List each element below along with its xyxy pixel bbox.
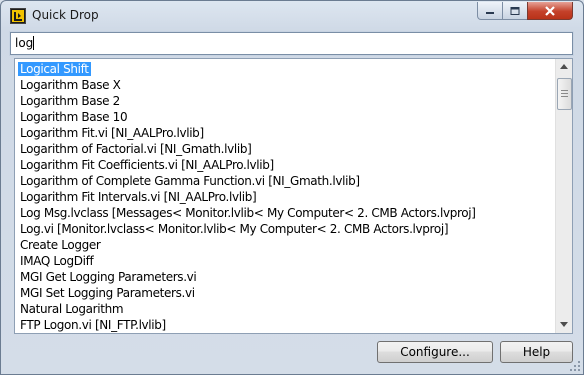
list-item-label: Create Logger xyxy=(20,238,101,252)
list-item-label: Log.vi [Monitor.lvclass< Monitor.lvlib< … xyxy=(20,222,449,236)
list-item[interactable]: Logical Shift xyxy=(16,61,556,77)
configure-button[interactable]: Configure... xyxy=(377,341,493,363)
list-item-label: Logarithm Base 2 xyxy=(20,94,120,108)
list-item-label: Logarithm Fit Coefficients.vi [NI_AALPro… xyxy=(20,158,274,172)
list-item[interactable]: IMAQ LogDiff xyxy=(16,253,556,269)
list-item-label: Logarithm Fit.vi [NI_AALPro.lvlib] xyxy=(20,126,204,140)
list-item[interactable]: FTP Logon.vi [NI_FTP.lvlib] xyxy=(16,317,556,333)
list-item-label: MGI Get Logging Parameters.vi xyxy=(20,270,197,284)
list-item-label: Logarithm Base 10 xyxy=(20,110,128,124)
window-title: Quick Drop xyxy=(32,8,99,22)
list-item-label: Logarithm Base X xyxy=(20,78,121,92)
list-item[interactable]: MGI Get Logging Parameters.vi xyxy=(16,269,556,285)
close-button[interactable] xyxy=(527,2,573,20)
vertical-scrollbar[interactable] xyxy=(555,59,572,333)
title-bar[interactable]: Quick Drop xyxy=(1,1,583,31)
list-item[interactable]: Natural Logarithm xyxy=(16,301,556,317)
maximize-icon xyxy=(510,6,520,15)
list-item-label: MGI Set Logging Parameters.vi xyxy=(20,286,195,300)
list-item-label: IMAQ LogDiff xyxy=(20,254,94,268)
list-item[interactable]: Logarithm Base 10 xyxy=(16,109,556,125)
scroll-down-button[interactable] xyxy=(556,317,572,333)
maximize-button[interactable] xyxy=(502,2,528,20)
arrow-up-icon xyxy=(560,64,568,69)
list-item[interactable]: Logarithm of Factorial.vi [NI_Gmath.lvli… xyxy=(16,141,556,157)
list-item-label: FTP Logon.vi [NI_FTP.lvlib] xyxy=(20,318,166,332)
list-item[interactable]: Logarithm of Complete Gamma Function.vi … xyxy=(16,173,556,189)
scroll-up-button[interactable] xyxy=(556,59,572,75)
list-item-label: Logical Shift xyxy=(18,62,91,76)
labview-app-icon xyxy=(10,8,26,24)
list-item-label: Natural Logarithm xyxy=(20,302,124,316)
help-button[interactable]: Help xyxy=(500,341,573,363)
list-item[interactable]: Logarithm Fit Coefficients.vi [NI_AALPro… xyxy=(16,157,556,173)
list-item[interactable]: Log Msg.lvclass [Messages< Monitor.lvlib… xyxy=(16,205,556,221)
text-caret xyxy=(33,36,35,50)
list-item[interactable]: Log.vi [Monitor.lvclass< Monitor.lvlib< … xyxy=(16,221,556,237)
list-item-label: Logarithm Fit Intervals.vi [NI_AALPro.lv… xyxy=(20,190,257,204)
search-input[interactable]: log xyxy=(9,31,574,56)
arrow-down-icon xyxy=(560,322,568,327)
list-item[interactable]: Logarithm Base X xyxy=(16,77,556,93)
minimize-icon xyxy=(486,11,494,14)
list-item[interactable]: MGI Set Logging Parameters.vi xyxy=(16,285,556,301)
close-icon xyxy=(545,5,555,16)
list-item[interactable]: Logarithm Fit.vi [NI_AALPro.lvlib] xyxy=(16,125,556,141)
list-item[interactable]: Logarithm Base 2 xyxy=(16,93,556,109)
minimize-button[interactable] xyxy=(477,2,503,20)
search-input-value: log xyxy=(15,36,34,50)
results-list[interactable]: Logical Shift Logarithm Base X Logarithm B… xyxy=(14,58,573,334)
results-list-items: Logical Shift Logarithm Base X Logarithm B… xyxy=(16,61,556,333)
list-item[interactable]: Create Logger xyxy=(16,237,556,253)
list-item-label: Logarithm of Factorial.vi [NI_Gmath.lvli… xyxy=(20,142,252,156)
resize-grip-icon[interactable] xyxy=(570,361,581,372)
list-item-label: Log Msg.lvclass [Messages< Monitor.lvlib… xyxy=(20,206,476,220)
quick-drop-window: Quick Drop log Logical Shift Logarithm Ba… xyxy=(0,0,584,375)
list-item[interactable]: Logarithm Fit Intervals.vi [NI_AALPro.lv… xyxy=(16,189,556,205)
scroll-thumb[interactable] xyxy=(557,78,572,110)
list-item-label: Logarithm of Complete Gamma Function.vi … xyxy=(20,174,360,188)
